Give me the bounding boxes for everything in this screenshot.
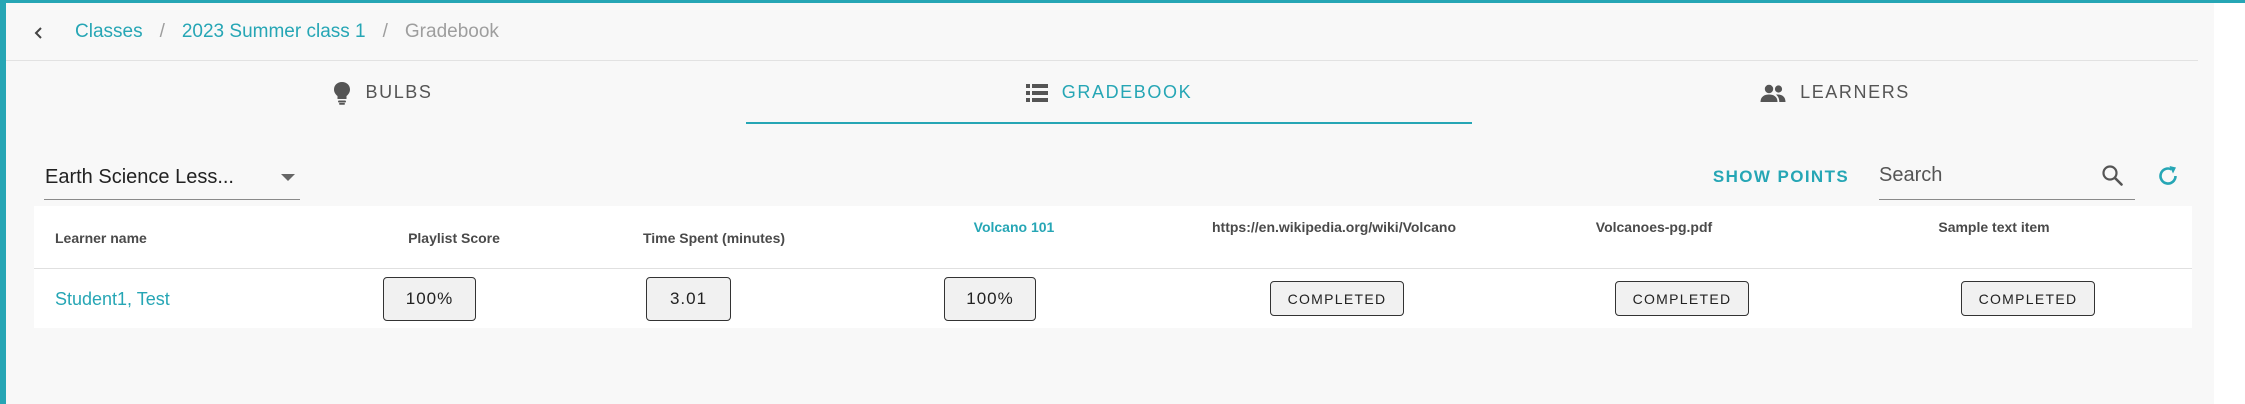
breadcrumb: Classes / 2023 Summer class 1 / Gradeboo…	[6, 3, 2198, 61]
column-header-volcanoes-pdf: Volcanoes-pg.pdf	[1595, 219, 1713, 235]
table-row: Student1, Test 100% 3.01 100% COMPLETED …	[34, 269, 2192, 328]
column-header-wikipedia-link: https://en.wikipedia.org/wiki/Volcano	[1212, 219, 1456, 235]
column-header-learner-name: Learner name	[55, 230, 147, 246]
tab-bulbs[interactable]: BULBS	[20, 61, 746, 124]
refresh-button[interactable]	[2154, 162, 2182, 190]
sample-text-status-badge[interactable]: COMPLETED	[1961, 281, 2095, 316]
chevron-left-icon	[34, 27, 42, 39]
playlist-score-cell[interactable]: 100%	[383, 277, 476, 321]
back-button[interactable]	[25, 19, 53, 47]
list-icon	[1025, 83, 1048, 102]
learner-name-link[interactable]: Student1, Test	[55, 289, 170, 310]
breadcrumb-separator: /	[382, 21, 388, 42]
tab-label: GRADEBOOK	[1061, 82, 1193, 102]
refresh-icon	[2159, 166, 2177, 185]
right-margin	[2214, 3, 2245, 404]
tab-label: BULBS	[365, 82, 433, 102]
search-icon[interactable]	[2101, 164, 2123, 191]
column-header-playlist-score: Playlist Score	[408, 230, 500, 246]
volcano-101-score-cell[interactable]: 100%	[944, 277, 1036, 321]
show-points-button[interactable]: SHOW POINTS	[1706, 163, 1856, 191]
tab-gradebook[interactable]: GRADEBOOK	[746, 61, 1472, 124]
caret-down-icon	[281, 174, 295, 181]
column-header-time-spent: Time Spent (minutes)	[642, 230, 786, 246]
lesson-select[interactable]: Earth Science Less...	[44, 155, 300, 200]
breadcrumb-link-class[interactable]: 2023 Summer class 1	[182, 21, 366, 43]
column-header-volcano-101[interactable]: Volcano 101	[914, 219, 1114, 235]
breadcrumb-trail: Classes / 2023 Summer class 1 / Gradeboo…	[75, 21, 499, 43]
lesson-select-value: Earth Science Less...	[45, 166, 234, 188]
gradebook-table: Learner name Playlist Score Time Spent (…	[34, 206, 2192, 328]
lightbulb-icon	[333, 81, 351, 105]
breadcrumb-current: Gradebook	[404, 21, 499, 42]
people-icon	[1760, 84, 1786, 102]
tab-bar: BULBS GRADEBOOK LEARNERS	[20, 61, 2198, 124]
pdf-status-badge[interactable]: COMPLETED	[1615, 281, 1749, 316]
wikipedia-status-badge[interactable]: COMPLETED	[1270, 281, 1404, 316]
table-header: Learner name Playlist Score Time Spent (…	[34, 206, 2192, 269]
tab-label: LEARNERS	[1800, 82, 1910, 102]
gradebook-page: Classes / 2023 Summer class 1 / Gradeboo…	[6, 3, 2214, 404]
time-spent-cell[interactable]: 3.01	[646, 277, 731, 321]
tab-learners[interactable]: LEARNERS	[1472, 61, 2198, 124]
search-field	[1879, 153, 2135, 200]
breadcrumb-separator: /	[159, 21, 165, 42]
breadcrumb-link-classes[interactable]: Classes	[75, 21, 143, 43]
column-header-sample-text-item: Sample text item	[1938, 219, 2050, 235]
search-input[interactable]	[1879, 161, 2089, 189]
